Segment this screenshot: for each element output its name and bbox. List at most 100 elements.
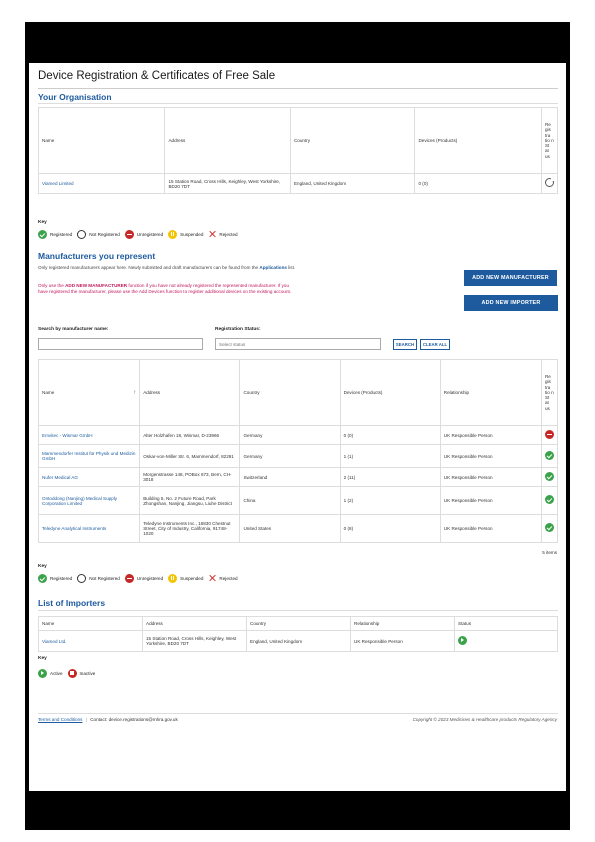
applications-link[interactable]: Applications (259, 265, 287, 270)
column-devices: Devices (Products) (339, 359, 441, 426)
importers-heading: List of Importers (38, 598, 106, 608)
search-button[interactable]: SEARCH (393, 339, 417, 350)
column-country: Country (289, 107, 416, 174)
active-icon (38, 668, 47, 678)
registered-icon (544, 450, 554, 460)
key-label-registered: Registered (50, 575, 73, 581)
manufacturer-devices: 1 (1) (339, 444, 441, 468)
importers-divider (38, 610, 558, 611)
footer-links: Terms and Conditions | Contact: device.r… (38, 717, 178, 722)
contact-text: Contact: device.registrations@mhra.gov.u… (90, 717, 178, 722)
document-frame: Device Registration & Certificates of Fr… (25, 22, 570, 830)
header-bar (25, 22, 570, 63)
registered-icon (38, 573, 47, 583)
column-address: Address (164, 107, 291, 174)
column-name[interactable]: Name ↑ (37, 359, 141, 426)
table-header-row: Name Address Country Devices (Products) … (37, 107, 559, 174)
key-label-not-registered: Not Registered (89, 231, 120, 237)
page-title: Device Registration & Certificates of Fr… (38, 70, 276, 82)
manufacturer-country: Switzerland (239, 467, 341, 487)
manufacturer-devices: 0 (0) (339, 425, 441, 445)
manufacturer-country: Germany (239, 425, 341, 445)
add-new-importer-button[interactable]: ADD NEW IMPORTER (464, 295, 558, 311)
organisation-heading: Your Organisation (38, 92, 112, 102)
registered-icon (544, 471, 554, 481)
manufacturer-name-link[interactable]: Teledyne Analytical Instruments (42, 526, 106, 531)
footer-separator: | (85, 717, 87, 722)
key-label-unregistered: Unregistered (136, 575, 164, 581)
status-key: Registered Not Registered Unregistered S… (38, 573, 243, 583)
unregistered-icon (124, 229, 134, 239)
manufacturer-country: United States (239, 514, 341, 543)
registered-icon (544, 495, 554, 505)
pending-icon (544, 178, 554, 188)
manufacturer-relationship: UK Responsible Person (439, 425, 542, 445)
manufacturer-country: Germany (239, 444, 341, 468)
manufacturer-name-link[interactable]: Nufer Medical AG (42, 475, 78, 480)
organisation-address: 15 Station Road, Cross Hills, Keighley, … (164, 173, 291, 194)
organisation-table: Name Address Country Devices (Products) … (37, 107, 559, 194)
sort-arrow-icon[interactable]: ↑ (133, 390, 136, 396)
status-key: Registered Not Registered Unregistered S… (38, 229, 243, 239)
table-header-row: Name ↑ Address Country Devices (Products)… (37, 359, 559, 426)
manufacturer-relationship: UK Responsible Person (439, 444, 542, 468)
manufacturer-address: Alter Holzhafen 18, Wismar, D-23966 (139, 425, 241, 445)
rejected-icon (208, 574, 216, 582)
column-status: Re gis tra tio n St at us (540, 107, 559, 174)
column-devices: Devices (Products) (414, 107, 542, 174)
manufacturer-name-link[interactable]: Mammendorfer Institut für Physik und Med… (42, 451, 135, 461)
table-row: Nufer Medical AG Morgenstrasse 148, POBo… (37, 467, 559, 487)
key-title: Key (38, 220, 47, 225)
manufacturer-address: Teledyne Instruments Inc., 16830 Chestnu… (139, 514, 241, 543)
column-address: Address (139, 359, 241, 426)
suspended-icon (168, 573, 178, 583)
manufacturer-name-link[interactable]: Ontoddong (Nanjing) Medical Supply Corpo… (42, 496, 117, 506)
column-name: Name (38, 616, 143, 631)
rejected-icon (208, 230, 216, 238)
add-new-manufacturer-button[interactable]: ADD NEW MANUFACTURER (464, 270, 557, 286)
organisation-divider (38, 103, 558, 104)
column-relationship: Relationship (439, 359, 542, 426)
importer-relationship: UK Responsible Person (350, 630, 455, 652)
key-label-not-registered: Not Registered (89, 575, 120, 581)
manufacturer-search-input[interactable] (38, 338, 203, 350)
manufacturer-devices: 0 (8) (339, 514, 441, 543)
terms-link[interactable]: Terms and Conditions (38, 717, 82, 722)
table-header-row: Name Address Country Relationship Status (38, 616, 558, 631)
registration-status-select[interactable] (215, 338, 381, 350)
manufacturer-devices: 2 (11) (339, 467, 441, 487)
column-country: Country (239, 359, 341, 426)
column-status: Re gis tra tio n St at us (540, 359, 559, 426)
column-name-label: Name (42, 389, 55, 395)
not-registered-icon (77, 573, 87, 583)
registered-icon (544, 523, 554, 533)
warning-bold: ADD NEW MANUFACTURER (65, 283, 128, 288)
table-row: Viamed Limited 15 Station Road, Cross Hi… (37, 173, 559, 194)
warning-text: Only use the (38, 283, 64, 288)
main-content: Device Registration & Certificates of Fr… (29, 63, 566, 791)
organisation-devices: 0 (0) (414, 173, 542, 194)
column-name: Name (37, 107, 166, 174)
table-row: Viamed Ltd. 15 Station Road, Cross Hills… (38, 630, 558, 652)
column-status: Status (454, 616, 558, 631)
table-row: Emvitec - Wismar GmbH Alter Holzhafen 18… (37, 425, 559, 445)
importer-name-link[interactable]: Viamed Ltd. (42, 639, 66, 644)
manufacturers-heading: Manufacturers you represent (38, 251, 156, 261)
manufacturers-table: Name ↑ Address Country Devices (Products)… (37, 359, 559, 543)
key-label-suspended: Suspended (180, 231, 204, 237)
importer-status-key: Active Inactive (38, 668, 100, 678)
column-relationship: Relationship (350, 616, 455, 631)
manufacturer-address: Morgenstrasse 148, POBox 673, Bern, CH-3… (139, 467, 241, 487)
clear-all-button[interactable]: CLEAR ALL (420, 339, 450, 350)
key-label-rejected: Rejected (219, 575, 238, 581)
manufacturer-address: Oskar-von-Miller Str. 6, Mammendorf, 822… (139, 444, 241, 468)
manufacturer-country: China (239, 486, 341, 515)
key-label-rejected: Rejected (219, 231, 238, 237)
manufacturer-name-link[interactable]: Emvitec - Wismar GmbH (42, 433, 93, 438)
manufacturer-relationship: UK Responsible Person (439, 514, 542, 543)
title-divider (38, 88, 558, 89)
manufacturer-address: Building 5, No. 2 Future Road, Park Zhon… (139, 486, 241, 515)
unregistered-icon (544, 429, 554, 439)
importer-address: 15 Station Road, Cross Hills, Keighley, … (142, 630, 247, 652)
organisation-name-link[interactable]: Viamed Limited (42, 181, 74, 186)
